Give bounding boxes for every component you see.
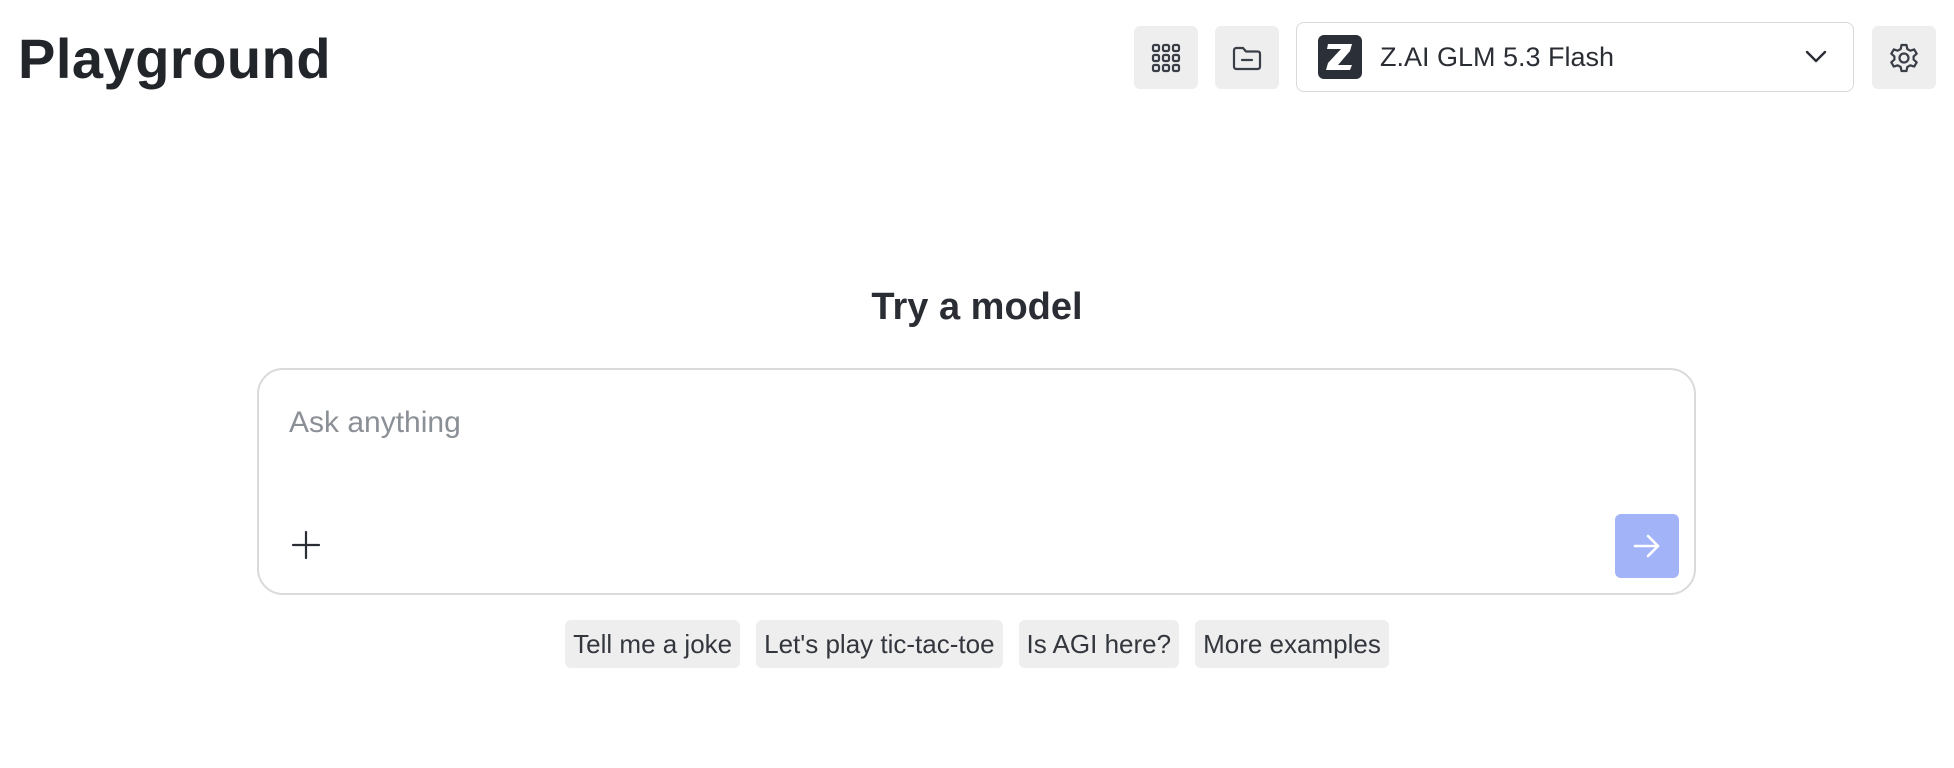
suggestion-chip[interactable]: Is AGI here? bbox=[1018, 620, 1180, 668]
playground-page: Playground Z.AI GLM 5.3 Flash Try a mode… bbox=[0, 0, 1954, 768]
folder-button[interactable] bbox=[1215, 26, 1279, 89]
send-button[interactable] bbox=[1615, 514, 1679, 578]
more-examples-chip[interactable]: More examples bbox=[1195, 620, 1389, 668]
chevron-down-icon bbox=[1805, 50, 1827, 63]
chat-composer bbox=[257, 368, 1696, 595]
gear-icon bbox=[1890, 43, 1918, 72]
settings-button[interactable] bbox=[1872, 26, 1936, 89]
try-a-model-heading: Try a model bbox=[871, 286, 1083, 328]
suggestion-chip[interactable]: Tell me a joke bbox=[565, 620, 741, 668]
grid-icon bbox=[1151, 43, 1181, 72]
selected-model-name: Z.AI GLM 5.3 Flash bbox=[1380, 41, 1615, 72]
arrow-right-icon bbox=[1633, 534, 1660, 558]
zai-logo-icon bbox=[1318, 35, 1362, 79]
page-title: Playground bbox=[18, 27, 332, 90]
attach-button[interactable] bbox=[289, 528, 323, 562]
plus-icon bbox=[291, 530, 321, 560]
folder-icon bbox=[1232, 46, 1262, 70]
prompt-input[interactable] bbox=[289, 400, 1649, 446]
model-selector[interactable]: Z.AI GLM 5.3 Flash bbox=[1296, 22, 1854, 92]
suggestion-chips: Tell me a joke Let's play tic-tac-toe Is… bbox=[0, 620, 1954, 668]
grid-view-button[interactable] bbox=[1134, 26, 1198, 89]
suggestion-chip[interactable]: Let's play tic-tac-toe bbox=[756, 620, 1003, 668]
